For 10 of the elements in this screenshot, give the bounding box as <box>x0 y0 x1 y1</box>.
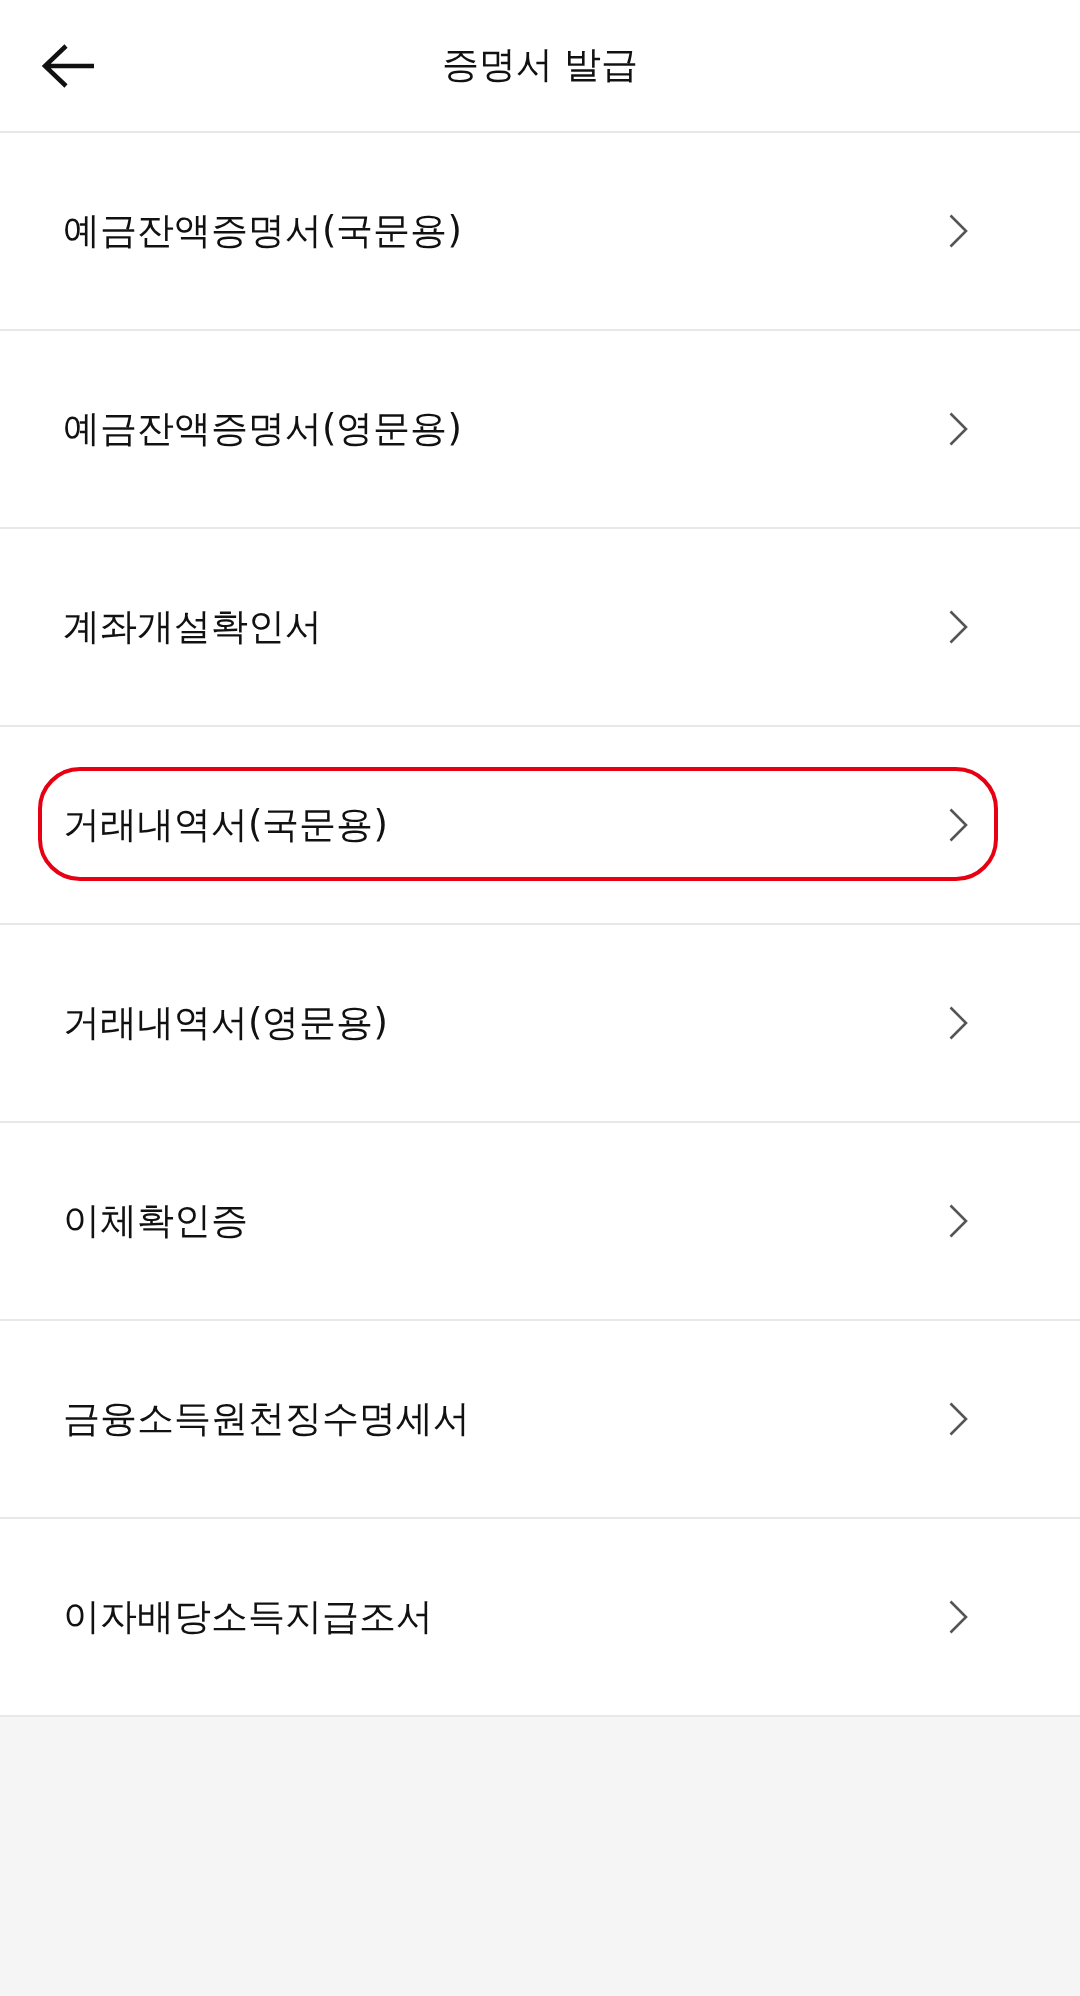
chevron-right-icon <box>949 412 968 446</box>
chevron-right-icon <box>949 1402 968 1436</box>
chevron-right-icon <box>949 1600 968 1634</box>
chevron-right-icon <box>949 1006 968 1040</box>
chevron-right-icon <box>949 808 968 842</box>
chevron-right-icon <box>949 214 968 248</box>
chevron-right-icon <box>949 1204 968 1238</box>
back-arrow-icon <box>42 42 96 89</box>
chevron-right-icon <box>949 610 968 644</box>
page-title: 증명서 발급 <box>441 43 639 88</box>
